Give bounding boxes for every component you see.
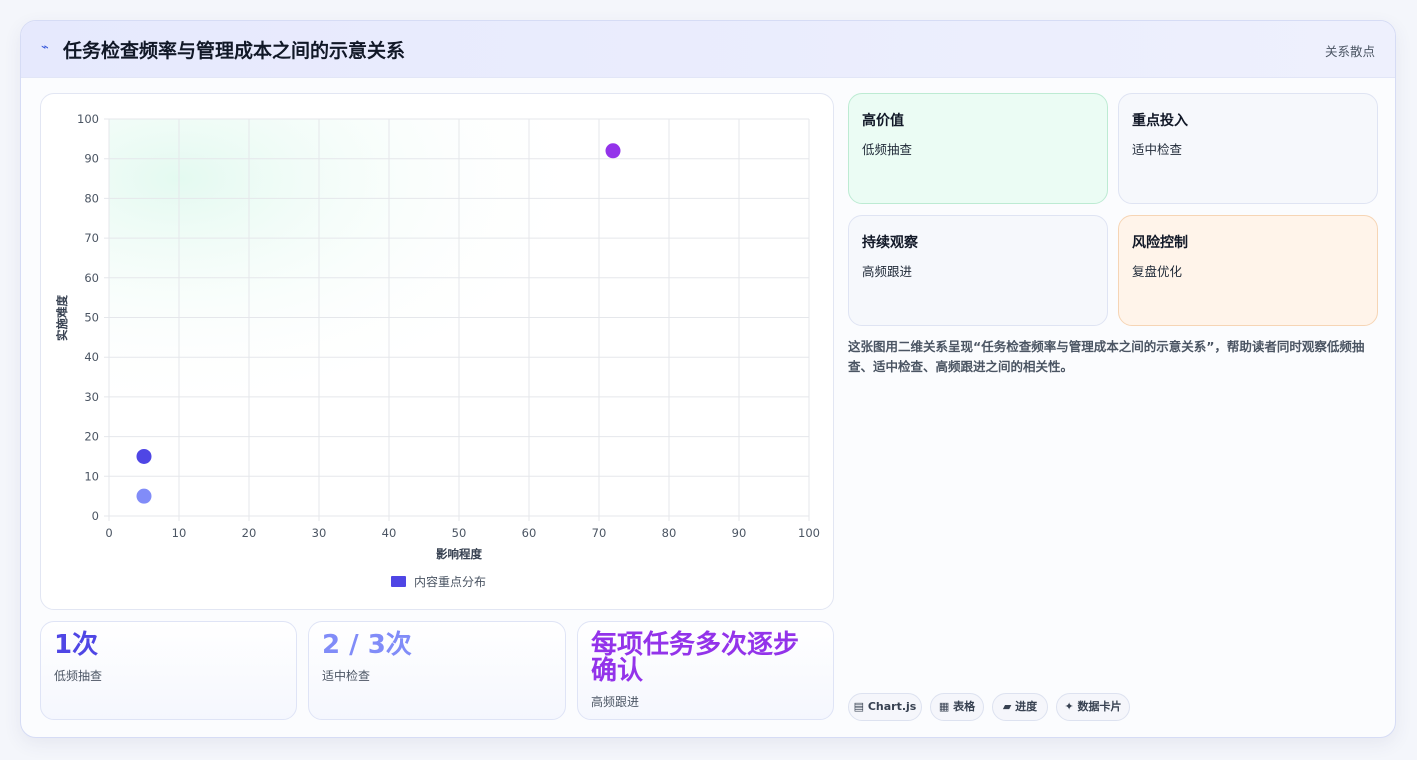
- y-tick-label: 60: [84, 271, 99, 285]
- quadrant-key-investment: 重点投入 适中检查: [1118, 93, 1378, 204]
- x-tick-label: 70: [592, 526, 607, 540]
- scatter-chart: 0 10 20 30 40 50 60 70 80 90 100 0 10 20 30 40 50 60 70 80 9…: [55, 112, 820, 589]
- data-point[interactable]: [136, 488, 152, 504]
- y-tick-label: 80: [84, 191, 99, 205]
- y-axis-label: 实施难度: [55, 295, 69, 341]
- chart-description: 这张图用二维关系呈现“任务检查频率与管理成本之间的示意关系”，帮助读者同时观察低…: [848, 339, 1365, 374]
- lightning-icon: ⌁: [41, 40, 49, 55]
- x-tick-label: 20: [242, 526, 257, 540]
- x-tick-label: 30: [312, 526, 327, 540]
- data-point[interactable]: [605, 143, 621, 159]
- x-axis-label: 影响程度: [436, 547, 482, 561]
- y-tick-label: 50: [84, 311, 99, 325]
- badge-chartjs[interactable]: ▤ Chart.js: [848, 693, 922, 721]
- legend-label: 内容重点分布: [414, 574, 486, 589]
- page-title: 任务检查频率与管理成本之间的示意关系: [63, 40, 406, 62]
- y-tick-label: 70: [84, 231, 99, 245]
- stat-value: 每项任务多次逐步确认: [591, 630, 800, 686]
- x-tick-label: 50: [452, 526, 467, 540]
- quadrant-high-value: 高价值 低频抽查: [848, 93, 1108, 204]
- x-tick-label: 0: [105, 526, 112, 540]
- quadrant-observe: 持续观察 高频跟进: [848, 215, 1108, 326]
- chart-type-tag: 关系散点: [1324, 44, 1375, 59]
- x-tick-label: 10: [172, 526, 187, 540]
- y-tick-label: 30: [84, 390, 99, 404]
- x-tick-label: 80: [662, 526, 677, 540]
- stat-value: 2 / 3次: [322, 630, 412, 660]
- x-tick-label: 100: [798, 526, 820, 540]
- chart-panel: 0 10 20 30 40 50 60 70 80 90 100 0 10 20 30 40 50 60 70 80 9…: [40, 93, 834, 610]
- legend-swatch: [391, 576, 406, 587]
- stat-value: 1次: [54, 630, 99, 660]
- quadrant-risk-control: 风险控制 复盘优化: [1118, 215, 1378, 326]
- x-tick-label: 60: [522, 526, 537, 540]
- badge-data-card[interactable]: ✦ 数据卡片: [1056, 693, 1130, 721]
- y-tick-label: 40: [84, 350, 99, 364]
- stat-card-low: 1次 低频抽查: [40, 621, 297, 720]
- header: ⌁ 任务检查频率与管理成本之间的示意关系 关系散点: [21, 21, 1395, 78]
- data-point[interactable]: [136, 448, 152, 464]
- quadrant-subtitle: 高频跟进: [862, 264, 913, 279]
- quadrant-subtitle: 低频抽查: [862, 142, 913, 157]
- stat-card-high: 每项任务多次逐步确认 高频跟进: [577, 621, 834, 720]
- stat-label: 适中检查: [322, 669, 371, 683]
- badge-table[interactable]: ▦ 表格: [930, 693, 984, 721]
- y-tick-label: 100: [77, 112, 99, 126]
- stat-label: 低频抽查: [54, 669, 103, 683]
- x-tick-label: 90: [732, 526, 747, 540]
- quadrant-subtitle: 适中检查: [1132, 142, 1183, 157]
- quadrant-title: 重点投入: [1132, 113, 1188, 129]
- quadrant-title: 风险控制: [1132, 235, 1188, 251]
- y-tick-label: 0: [92, 509, 99, 523]
- stat-card-mid: 2 / 3次 适中检查: [308, 621, 566, 720]
- stat-label: 高频跟进: [591, 695, 640, 709]
- badge-progress[interactable]: ▰ 进度: [992, 693, 1048, 721]
- y-tick-label: 20: [84, 430, 99, 444]
- main-card: ⌁ 任务检查频率与管理成本之间的示意关系 关系散点 0 10 20 30 40 50 60 7…: [20, 20, 1396, 738]
- quadrant-title: 高价值: [862, 113, 904, 129]
- y-tick-label: 10: [84, 469, 99, 483]
- y-tick-label: 90: [84, 152, 99, 166]
- quadrant-subtitle: 复盘优化: [1132, 264, 1183, 279]
- quadrant-title: 持续观察: [862, 235, 918, 251]
- x-tick-label: 40: [382, 526, 397, 540]
